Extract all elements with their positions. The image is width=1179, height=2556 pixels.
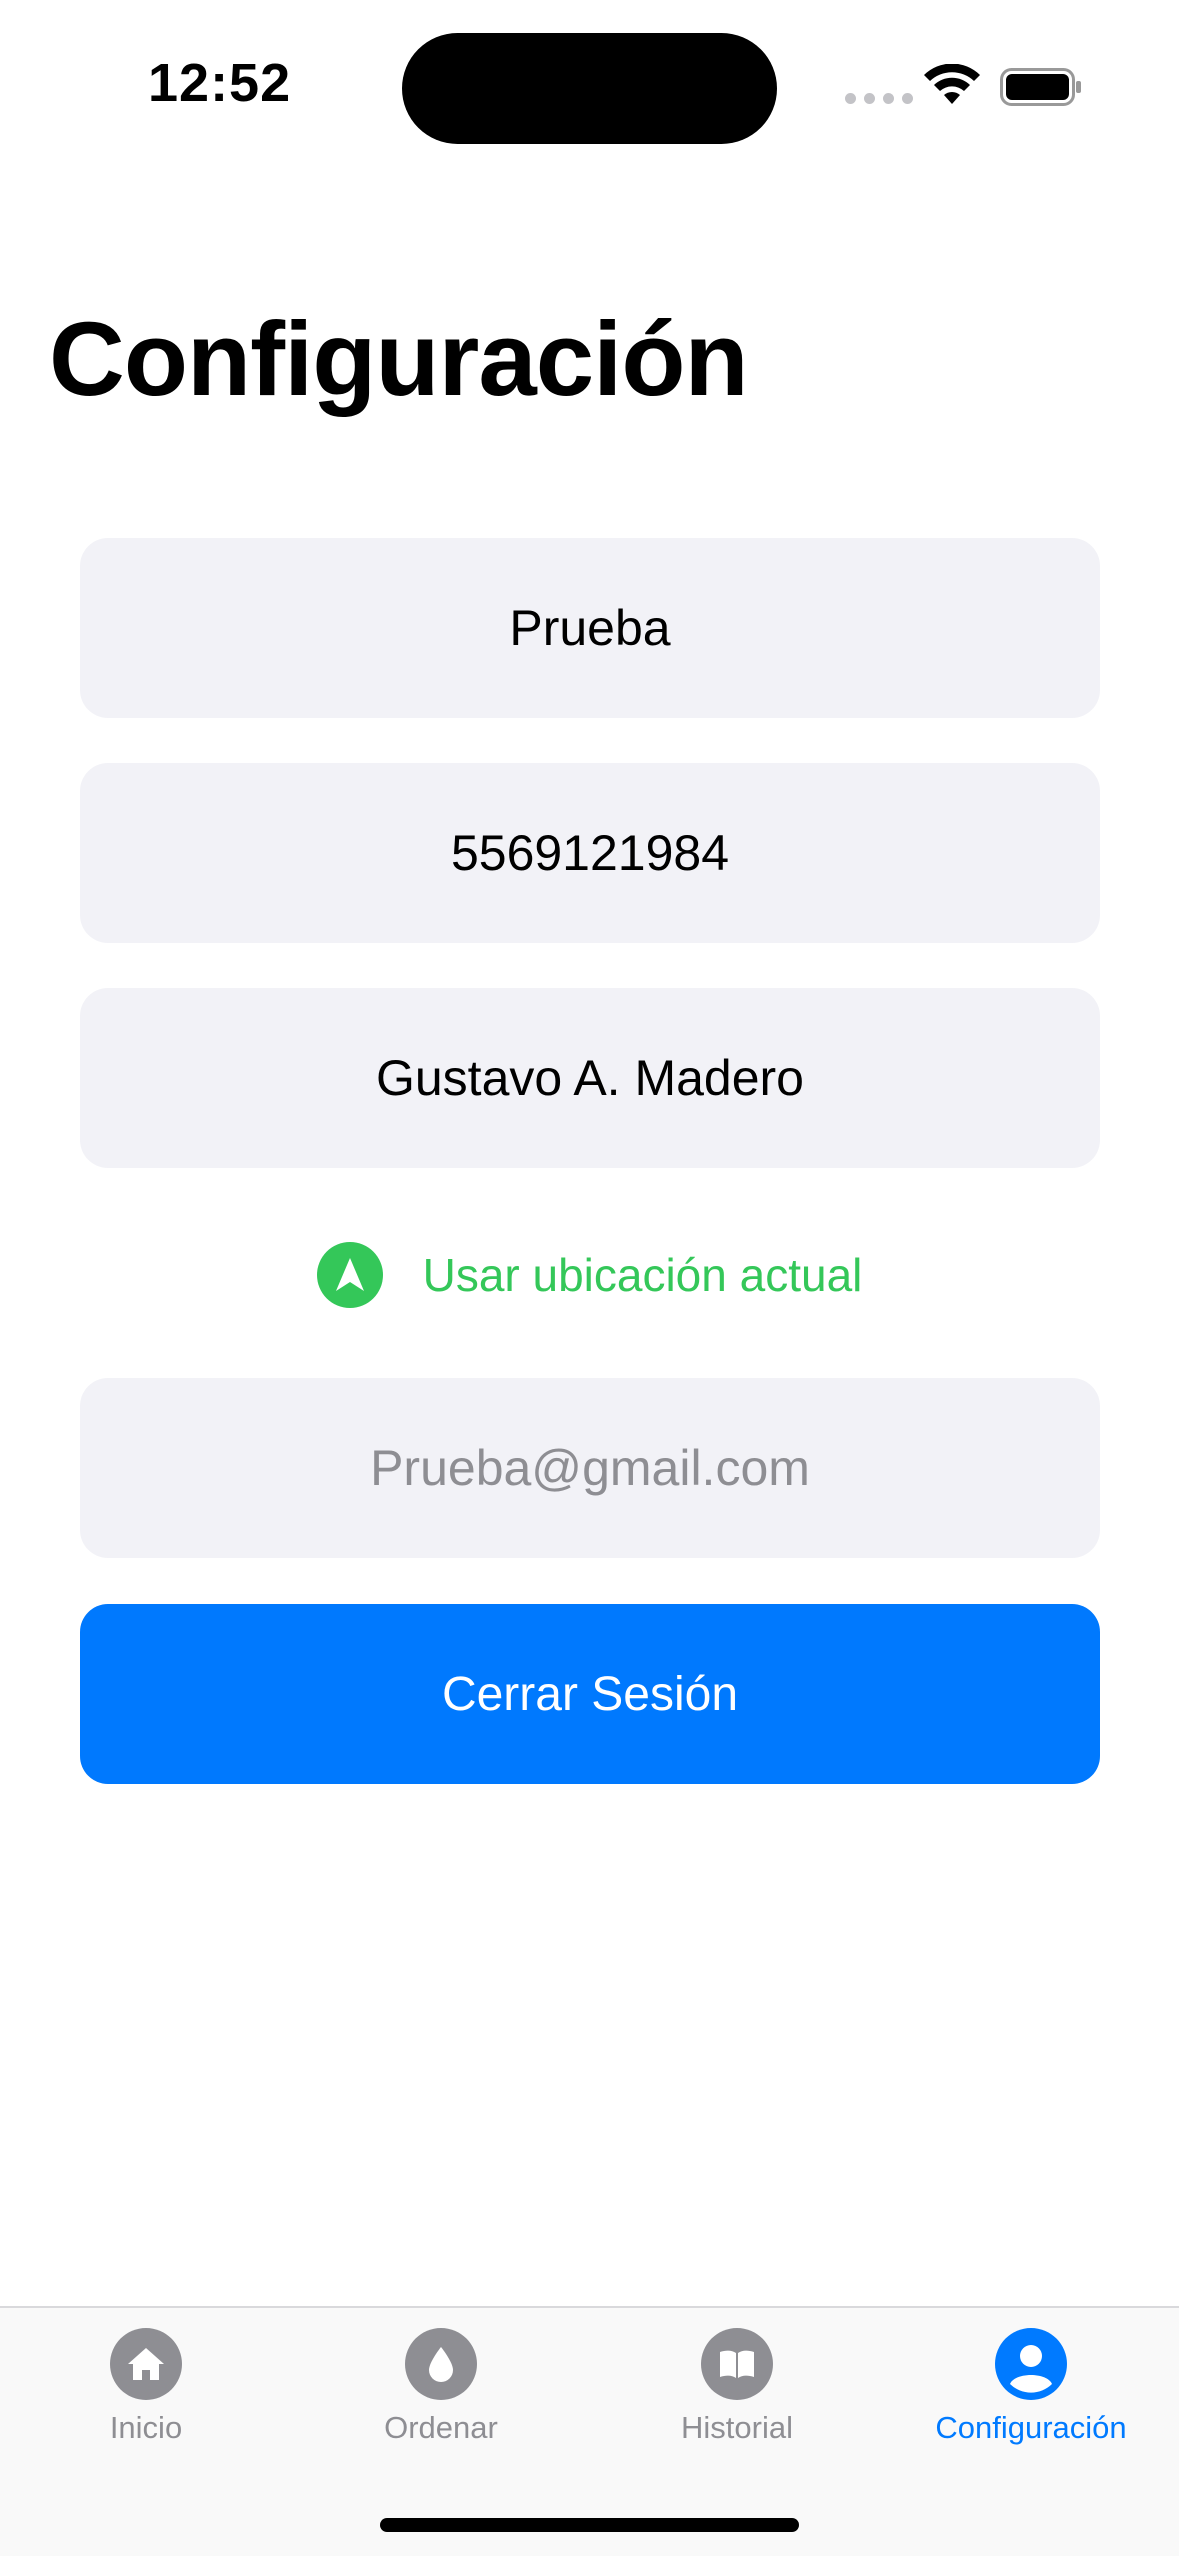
- status-time: 12:52: [148, 53, 292, 113]
- tab-ordenar[interactable]: Ordenar: [311, 2328, 571, 2446]
- phone-field[interactable]: 5569121984: [80, 763, 1100, 943]
- use-current-location-label: Usar ubicación actual: [422, 1249, 863, 1301]
- use-current-location-button[interactable]: Usar ubicación actual: [0, 1240, 1179, 1310]
- dynamic-island: [402, 33, 777, 144]
- house-icon: [110, 2328, 182, 2400]
- logout-button[interactable]: Cerrar Sesión: [80, 1604, 1100, 1784]
- screen: 12:52 Configuración Prueba 5569121984 Gu…: [0, 0, 1179, 2556]
- tab-label: Ordenar: [384, 2410, 498, 2445]
- person-icon: [995, 2328, 1067, 2400]
- tab-label: Configuración: [935, 2410, 1127, 2445]
- book-icon: [701, 2328, 773, 2400]
- tab-label: Historial: [681, 2410, 793, 2445]
- name-field[interactable]: Prueba: [80, 538, 1100, 718]
- wifi-icon: [924, 64, 980, 104]
- page-title: Configuración: [49, 301, 749, 418]
- area-field[interactable]: Gustavo A. Madero: [80, 988, 1100, 1168]
- location-arrow-icon: [316, 1242, 383, 1308]
- email-field[interactable]: Prueba@gmail.com: [80, 1378, 1100, 1558]
- home-indicator[interactable]: [380, 2518, 799, 2532]
- tab-inicio[interactable]: Inicio: [16, 2328, 276, 2446]
- tab-label: Inicio: [109, 2410, 183, 2445]
- tab-configuracion[interactable]: Configuración: [901, 2328, 1161, 2446]
- drop-icon: [405, 2328, 477, 2400]
- cellular-signal-icon: [845, 93, 913, 104]
- battery-icon: [1000, 68, 1081, 106]
- tab-historial[interactable]: Historial: [607, 2328, 867, 2446]
